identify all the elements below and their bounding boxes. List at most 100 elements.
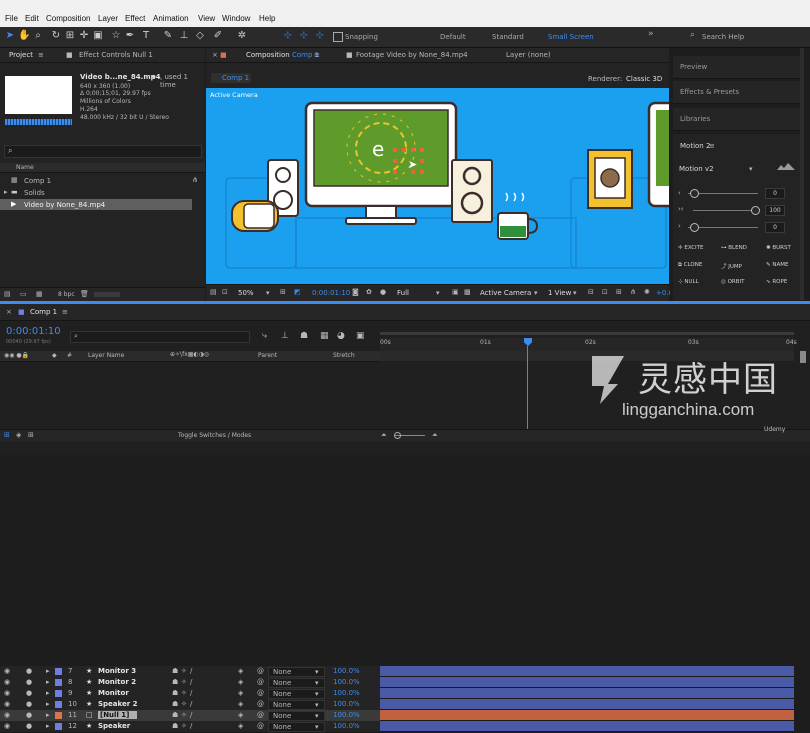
project-item-video[interactable]: ▶ Video by None_84.mp4 <box>0 199 192 210</box>
comp-mini-flowchart-icon[interactable]: ⤷ <box>262 331 267 341</box>
3d-layer-switch-icon[interactable]: ◈ <box>238 667 243 675</box>
solo-icon[interactable]: ● <box>26 689 32 697</box>
menu-edit[interactable]: Edit <box>25 14 39 23</box>
quality-switch-icon[interactable]: / <box>190 678 192 686</box>
snapping-checkbox[interactable] <box>333 32 343 42</box>
name-column-header[interactable]: Name <box>16 164 34 171</box>
layer-twirl-icon[interactable]: ▸ <box>46 689 50 697</box>
axis-view-icon[interactable]: ⊹ <box>314 30 326 42</box>
region-of-interest-icon[interactable]: ▣ <box>452 288 459 296</box>
parent-select[interactable]: None ▾ <box>268 689 325 699</box>
collapse-switch-icon[interactable]: ✧ <box>181 678 187 686</box>
draft-3d-icon[interactable]: ⊥ <box>281 331 289 341</box>
axis-world-icon[interactable]: ⊹ <box>298 30 310 42</box>
stretch-value[interactable]: 100.0% <box>333 700 360 708</box>
video-visibility-eye-icon[interactable]: ◉ <box>4 667 10 675</box>
layer-label-color-swatch[interactable] <box>55 668 62 675</box>
shy-layers-icon[interactable]: ☗ <box>300 331 308 341</box>
eraser-tool-icon[interactable]: ◇ <box>194 30 206 42</box>
camera-view-select[interactable]: Active Camera <box>480 289 531 297</box>
zoom-out-icon[interactable]: ⏶ <box>381 431 387 440</box>
selection-tool-icon[interactable]: ➤ <box>4 30 16 42</box>
layer-duration-bar[interactable] <box>380 721 794 732</box>
shy-switch-icon[interactable]: ☗ <box>172 667 178 675</box>
layer-twirl-icon[interactable]: ▸ <box>46 678 50 686</box>
tab-effect-controls[interactable]: Effect Controls Null 1 <box>79 51 153 59</box>
timeline-timecode[interactable]: 0:00:01:10 <box>6 326 61 337</box>
flowchart-icon[interactable]: ⋔ <box>192 176 198 184</box>
workspace-small-screen[interactable]: Small Screen <box>548 33 594 41</box>
shy-switch-icon[interactable]: ☗ <box>172 722 178 730</box>
modes-toggle-icon[interactable]: ◈ <box>16 431 21 439</box>
parent-select[interactable]: None ▾ <box>268 722 325 732</box>
parent-pickwhip-icon[interactable]: @ <box>257 678 264 686</box>
excite-button[interactable]: ✛ EXCITE <box>678 245 704 251</box>
bit-depth-button[interactable]: 8 bpc <box>58 291 75 298</box>
shy-switch-icon[interactable]: ☗ <box>172 711 178 719</box>
show-channel-icon[interactable]: ● <box>380 288 386 296</box>
motion-panel-menu-icon[interactable]: ≡ <box>709 142 715 150</box>
layer-label-color-swatch[interactable] <box>55 690 62 697</box>
name-button[interactable]: ✎ NAME <box>766 262 788 268</box>
preview-toggle-icon[interactable]: ⊡ <box>222 288 228 296</box>
motion-slider-3-knob[interactable] <box>690 223 699 232</box>
stretch-value[interactable]: 100.0% <box>333 722 360 730</box>
layer-name[interactable]: Monitor <box>98 689 129 697</box>
exposure-reset-icon[interactable]: ✺ <box>644 288 650 296</box>
folder-expand-icon[interactable]: ▸ <box>4 188 8 196</box>
stretch-value[interactable]: 100.0% <box>333 667 360 675</box>
resolution-select[interactable]: Full <box>397 289 409 297</box>
close-timeline-icon[interactable]: × <box>6 308 12 316</box>
layer-duration-bar[interactable] <box>380 677 794 688</box>
layer-label-color-swatch[interactable] <box>55 712 62 719</box>
delete-icon[interactable]: 🗑 <box>80 290 89 298</box>
workspace-overflow-icon[interactable]: » <box>648 29 654 39</box>
menu-effect[interactable]: Effect <box>125 14 145 23</box>
menu-animation[interactable]: Animation <box>153 14 189 23</box>
always-preview-icon[interactable]: ▤ <box>210 288 217 296</box>
timeline-vertical-scroll[interactable] <box>800 351 806 363</box>
layer-label-color-swatch[interactable] <box>55 679 62 686</box>
stretch-value[interactable]: 100.0% <box>333 678 360 686</box>
layer-twirl-icon[interactable]: ▸ <box>46 700 50 708</box>
null-button[interactable]: ⊹ NULL <box>678 279 699 285</box>
stretch-column-header[interactable]: Stretch <box>333 352 355 359</box>
3d-layer-switch-icon[interactable]: ◈ <box>238 678 243 686</box>
panel-menu-icon[interactable]: ≡ <box>38 51 44 59</box>
pixel-aspect-icon[interactable]: ⊟ <box>588 288 594 296</box>
interpret-footage-icon[interactable]: ▤ <box>4 290 11 298</box>
viewer-timecode[interactable]: 0:00:01:10 <box>312 289 350 297</box>
workspace-standard[interactable]: Standard <box>492 33 524 41</box>
magnification-select[interactable]: 50% <box>238 289 254 297</box>
timeline-search-input[interactable]: ⌕ <box>70 331 250 343</box>
orbit-button[interactable]: ◎ ORBIT <box>721 279 744 285</box>
mask-visibility-icon[interactable]: ◩ <box>294 288 301 296</box>
parent-select[interactable]: None ▾ <box>268 711 325 721</box>
solo-icon[interactable]: ● <box>26 700 32 708</box>
parent-pickwhip-icon[interactable]: @ <box>257 722 264 730</box>
frame-blending-icon[interactable]: ▦ <box>320 331 329 341</box>
type-tool-icon[interactable]: T <box>140 30 152 42</box>
composition-panel-menu-icon[interactable]: ≡ <box>314 51 320 59</box>
layer-name[interactable]: Monitor 3 <box>98 667 136 675</box>
solo-icon[interactable]: ● <box>26 667 32 675</box>
collapse-switch-icon[interactable]: ✧ <box>181 689 187 697</box>
solo-icon[interactable]: ● <box>26 678 32 686</box>
menu-help[interactable]: Help <box>259 14 275 23</box>
video-visibility-eye-icon[interactable]: ◉ <box>4 711 10 719</box>
tab-footage[interactable]: Footage Video by None_84.mp4 <box>356 51 468 59</box>
motion-value-1[interactable]: 0 <box>765 188 785 199</box>
rotate-tool-icon[interactable]: ↻ <box>50 30 62 42</box>
work-area-bar[interactable] <box>380 329 794 338</box>
clone-button[interactable]: ⧉ CLONE <box>678 262 702 269</box>
timeline-panel-menu-icon[interactable]: ≡ <box>62 308 68 316</box>
new-comp-icon[interactable]: ▦ <box>36 290 43 298</box>
parent-select[interactable]: None ▾ <box>268 700 325 710</box>
solo-icon[interactable]: ● <box>26 722 32 730</box>
project-search-input[interactable]: ⌕ <box>4 145 202 158</box>
toggle-switches-modes-button[interactable]: Toggle Switches / Modes <box>178 432 251 439</box>
fast-previews-icon[interactable]: ⊡ <box>602 288 608 296</box>
timeline-icon[interactable]: ⊞ <box>616 288 622 296</box>
motion-slider-2-knob[interactable] <box>751 206 760 215</box>
roto-brush-tool-icon[interactable]: ✐ <box>212 30 224 42</box>
